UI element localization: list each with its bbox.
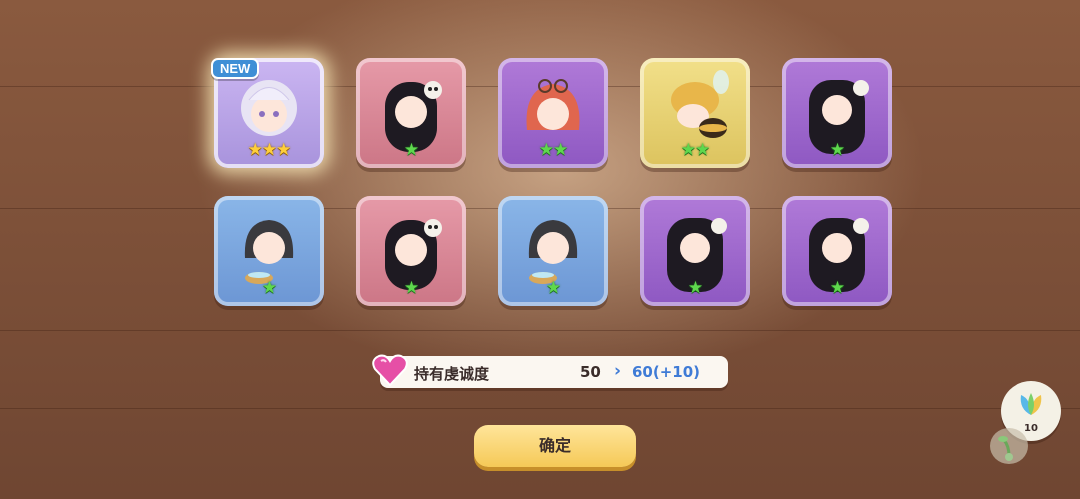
rarity-stars: ★ [545,278,561,298]
rarity-stars: ★ [261,278,277,298]
reward-card[interactable]: ★ [498,196,608,306]
sprout-icon [998,436,1013,461]
rarity-stars: ★ [687,278,703,298]
reward-card[interactable]: ★ [214,196,324,306]
rarity-stars: ★ [829,278,845,298]
rarity-stars: ★ [403,140,419,160]
devotion-stat-bar: 持有虔诚度 50 › 60(+10) [380,356,728,388]
reward-grid: ★★★ ★ ★★ ★★ ★ ★ ★ ★ ★ ★ [214,58,914,318]
rarity-stars: ★★ [538,140,568,160]
rarity-stars: ★ [829,140,845,160]
stat-old-value: 50 [580,363,601,381]
rarity-stars: ★ [403,278,419,298]
reward-card[interactable]: ★ [356,58,466,168]
new-badge: NEW [211,58,260,79]
confirm-button[interactable]: 确定 [474,425,636,467]
reward-card[interactable]: ★★ [498,58,608,168]
reward-card[interactable]: ★ [640,196,750,306]
reward-card[interactable]: ★ [782,58,892,168]
arrow-right-icon: › [614,361,622,381]
sprout-button[interactable] [990,428,1028,464]
reward-card[interactable]: ★ [356,196,466,306]
stat-label: 持有虔诚度 [414,365,490,383]
reward-card[interactable]: ★★ [640,58,750,168]
rarity-stars: ★★★ [247,140,292,160]
heart-gem-icon [372,354,408,387]
reward-card[interactable]: ★ [782,196,892,306]
rarity-stars: ★★ [680,140,710,160]
stat-new-value: 60(+10) [632,363,701,381]
